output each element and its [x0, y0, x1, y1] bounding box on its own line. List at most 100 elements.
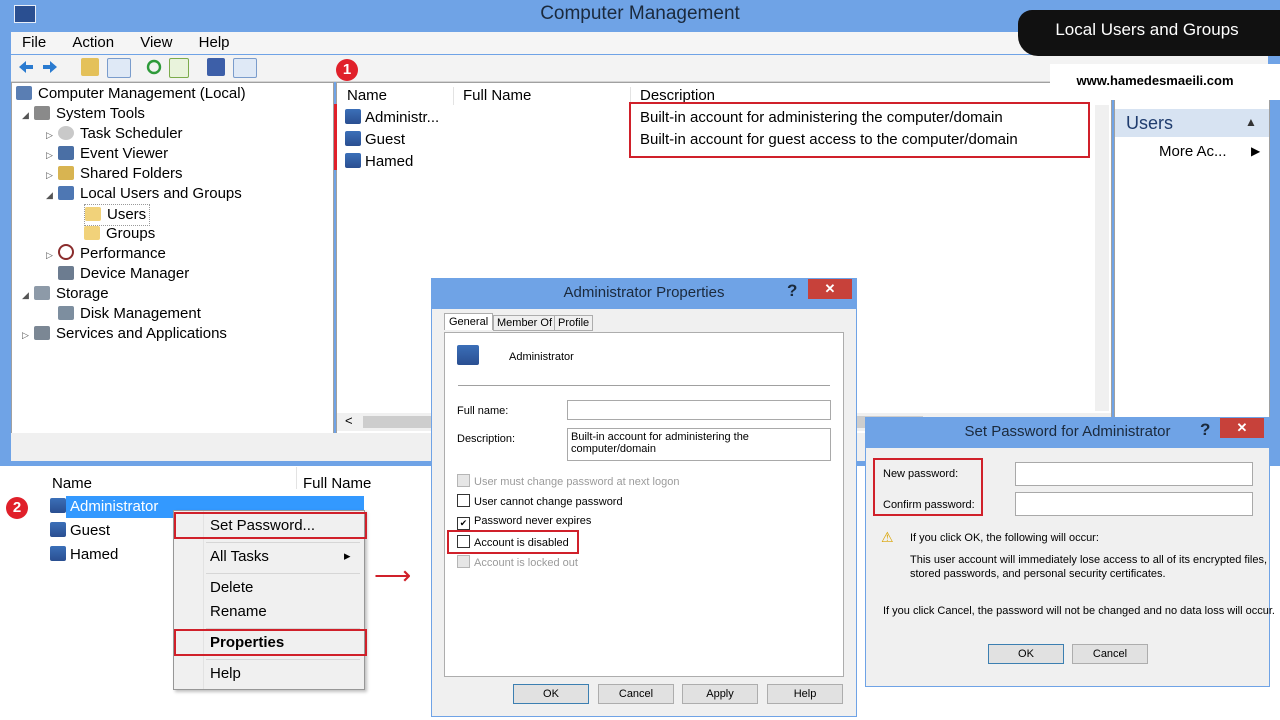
collapsed-arrow-icon[interactable]: ▷: [46, 125, 58, 145]
tree-item-shared-folders[interactable]: ▷ Shared Folders: [46, 164, 183, 184]
list-row-administrator[interactable]: Administr...: [345, 108, 439, 128]
tab-profile[interactable]: Profile: [554, 315, 594, 331]
user-icon: [50, 546, 66, 561]
column-header-name[interactable]: Name: [347, 87, 387, 104]
tree-item-storage[interactable]: ◢ Storage: [22, 284, 109, 304]
user-icon: [50, 522, 66, 537]
administrator-properties-dialog: Administrator Properties ? ✕ General Mem…: [431, 278, 857, 717]
tree-item-services-apps[interactable]: ▷ Services and Applications: [22, 324, 227, 344]
help-icon[interactable]: [207, 58, 225, 76]
expanded-arrow-icon[interactable]: ◢: [22, 105, 34, 125]
user-icon: [457, 345, 479, 365]
menu-view[interactable]: View: [129, 32, 183, 53]
selection-marker: [334, 104, 337, 170]
flow-arrow: ⟶: [374, 560, 412, 590]
menu-file[interactable]: File: [11, 32, 57, 53]
tree-item-disk-management[interactable]: Disk Management: [58, 304, 201, 324]
computer-icon: [16, 86, 32, 100]
dialog-title-bar: Set Password for Administrator ? ✕: [866, 418, 1269, 448]
warning-icon: ⚠: [881, 529, 894, 545]
new-password-field[interactable]: [1015, 462, 1253, 486]
tree-item-event-viewer[interactable]: ▷ Event Viewer: [46, 144, 168, 164]
list-row-hamed[interactable]: Hamed: [345, 152, 413, 172]
close-icon[interactable]: ✕: [808, 279, 852, 299]
ok-button[interactable]: OK: [513, 684, 589, 704]
list-row-hamed-2[interactable]: Hamed: [50, 546, 118, 563]
more-actions-link[interactable]: More Ac...: [1159, 143, 1227, 160]
list-row-guest[interactable]: Guest: [345, 130, 405, 150]
set-password-highlight: [174, 512, 367, 539]
column-header-full-name-2[interactable]: Full Name: [303, 475, 371, 492]
close-icon[interactable]: ✕: [1220, 418, 1264, 438]
collapse-icon[interactable]: ▲: [1245, 115, 1257, 129]
password-labels-highlight: [873, 458, 983, 516]
tree-item-task-scheduler[interactable]: ▷ Task Scheduler: [46, 124, 183, 144]
cancel-button[interactable]: Cancel: [1072, 644, 1148, 664]
description-field[interactable]: Built-in account for administering the c…: [567, 428, 831, 461]
tree-item-root[interactable]: Computer Management (Local): [16, 84, 246, 104]
help-button[interactable]: Help: [767, 684, 843, 704]
dialog-title-bar: Administrator Properties ? ✕: [432, 279, 856, 309]
tab-general[interactable]: General: [444, 313, 494, 330]
collapsed-arrow-icon[interactable]: ▷: [46, 145, 58, 165]
tree-item-users[interactable]: Users: [84, 204, 151, 226]
console-tree: Computer Management (Local) ◢ System Tool…: [11, 82, 334, 434]
tree-item-performance[interactable]: ▷ Performance: [46, 244, 166, 264]
show-tree-icon[interactable]: [107, 58, 131, 78]
menu-action[interactable]: Action: [61, 32, 125, 53]
collapsed-arrow-icon[interactable]: ▷: [22, 325, 34, 345]
actions-header[interactable]: Users ▲: [1115, 109, 1269, 137]
description-label: Description:: [457, 433, 516, 445]
menu-item-delete[interactable]: Delete: [210, 577, 253, 599]
checkbox-password-never-expires[interactable]: ✔ Password never expires: [457, 514, 591, 530]
collapsed-arrow-icon[interactable]: ▷: [46, 165, 58, 185]
warning-heading: If you click OK, the following will occu…: [910, 532, 1099, 544]
checkbox-cannot-change-password[interactable]: User cannot change password: [457, 494, 623, 510]
divider: [458, 385, 830, 386]
list-row-administrator-2[interactable]: Administrator: [50, 498, 158, 515]
tab-member-of[interactable]: Member Of: [493, 315, 557, 331]
back-icon[interactable]: [17, 58, 35, 76]
list-row-guest-2[interactable]: Guest: [50, 522, 110, 539]
help-question-icon[interactable]: ?: [787, 281, 797, 301]
warning-body-line-2: stored passwords, and personal security …: [910, 568, 1166, 580]
menu-item-rename[interactable]: Rename: [210, 601, 267, 623]
scroll-left-arrow[interactable]: <: [345, 413, 353, 428]
refresh-icon[interactable]: [145, 58, 163, 76]
general-tab-panel: Administrator Full name: Description: Bu…: [444, 332, 844, 677]
more-actions-arrow-icon: ▶: [1251, 144, 1261, 158]
export-list-icon[interactable]: [169, 58, 189, 78]
ok-button[interactable]: OK: [988, 644, 1064, 664]
menu-separator: [206, 542, 360, 543]
apply-button[interactable]: Apply: [682, 684, 758, 704]
banner-title: Local Users and Groups: [1055, 20, 1239, 39]
menu-item-all-tasks[interactable]: All Tasks: [210, 546, 269, 568]
menu-help[interactable]: Help: [188, 32, 241, 53]
checkbox-icon: [457, 555, 470, 568]
tree-item-device-manager[interactable]: Device Manager: [58, 264, 189, 284]
column-divider[interactable]: [453, 87, 454, 105]
tree-item-groups[interactable]: Groups: [84, 224, 155, 244]
column-header-name-2[interactable]: Name: [52, 475, 92, 492]
checkbox-account-locked: Account is locked out: [457, 555, 578, 571]
show-action-pane-icon[interactable]: [233, 58, 257, 78]
check-mark-icon[interactable]: ✔: [457, 517, 470, 530]
full-name-field[interactable]: [567, 400, 831, 420]
collapsed-arrow-icon[interactable]: ▷: [46, 245, 58, 265]
checkbox-icon[interactable]: [457, 494, 470, 507]
column-header-full-name[interactable]: Full Name: [463, 87, 531, 104]
vertical-scrollbar[interactable]: [1095, 105, 1109, 411]
help-question-icon[interactable]: ?: [1200, 420, 1210, 440]
submenu-arrow-icon: ▸: [344, 548, 351, 563]
up-folder-icon[interactable]: [81, 58, 99, 76]
cancel-button[interactable]: Cancel: [598, 684, 674, 704]
folder-icon: [85, 207, 101, 221]
warning-body-line-1: This user account will immediately lose …: [910, 554, 1268, 566]
confirm-password-field[interactable]: [1015, 492, 1253, 516]
menu-item-help[interactable]: Help: [210, 663, 241, 685]
expanded-arrow-icon[interactable]: ◢: [22, 285, 34, 305]
expanded-arrow-icon[interactable]: ◢: [46, 185, 58, 205]
tree-item-system-tools[interactable]: ◢ System Tools: [22, 104, 145, 124]
forward-icon[interactable]: [41, 58, 59, 76]
tree-item-local-users-groups[interactable]: ◢ Local Users and Groups: [46, 184, 242, 204]
